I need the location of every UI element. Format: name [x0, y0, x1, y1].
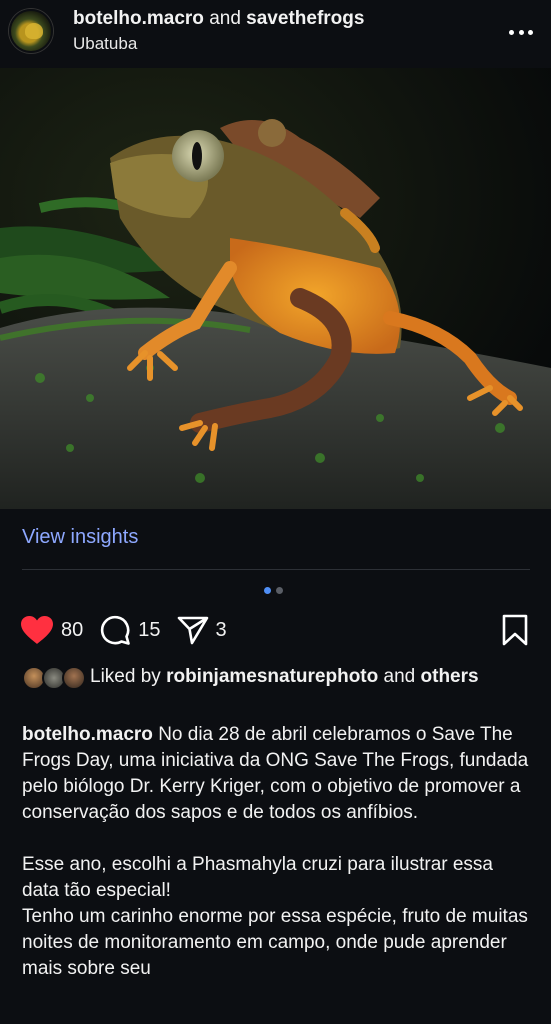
send-icon[interactable] [177, 615, 209, 645]
divider [22, 569, 530, 570]
caption-author[interactable]: botelho.macro [22, 724, 153, 745]
caption-paragraph-2: Esse ano, escolhi a Phasmahyla cruzi par… [22, 854, 494, 901]
author-avatar[interactable] [9, 9, 53, 53]
share-count[interactable]: 3 [216, 619, 227, 642]
share-action[interactable]: 3 [177, 615, 227, 645]
author-username-2[interactable]: savethefrogs [246, 8, 364, 29]
frog-photo-illustration [0, 68, 551, 509]
liked-by: Liked by robinjamesnaturephoto and other… [22, 664, 532, 690]
author-username-1[interactable]: botelho.macro [73, 8, 204, 29]
view-insights-link[interactable]: View insights [22, 526, 138, 549]
post-photo[interactable] [0, 68, 551, 509]
carousel-dot-1 [264, 587, 271, 594]
bookmark-icon[interactable] [502, 614, 528, 646]
heart-icon[interactable] [20, 615, 54, 645]
post-header: botelho.macro and savethefrogs Ubatuba [0, 0, 551, 66]
like-count[interactable]: 80 [61, 619, 83, 642]
liker-avatar [62, 666, 86, 690]
carousel-indicator [264, 587, 283, 594]
liked-avatars[interactable] [22, 664, 86, 690]
caption-paragraph-3: Tenho um carinho enorme por essa espécie… [22, 906, 528, 979]
action-bar: 80 15 3 [20, 612, 243, 648]
author-line: botelho.macro and savethefrogs [73, 8, 364, 30]
post-caption: botelho.macro No dia 28 de abril celebra… [22, 722, 532, 982]
caption-paragraph-1: botelho.macro No dia 28 de abril celebra… [22, 722, 532, 826]
more-options-icon[interactable] [509, 20, 533, 44]
liked-and: and [383, 666, 416, 688]
post-location[interactable]: Ubatuba [73, 34, 137, 54]
author-conjunction: and [209, 8, 241, 29]
liked-others[interactable]: others [421, 666, 479, 687]
liked-prefix: Liked by [90, 666, 161, 688]
comment-icon[interactable] [99, 614, 131, 646]
comment-action[interactable]: 15 [99, 614, 161, 646]
liked-username[interactable]: robinjamesnaturephoto [166, 666, 378, 687]
comment-count[interactable]: 15 [138, 619, 160, 642]
like-action[interactable]: 80 [20, 615, 83, 645]
carousel-dot-2 [276, 587, 283, 594]
